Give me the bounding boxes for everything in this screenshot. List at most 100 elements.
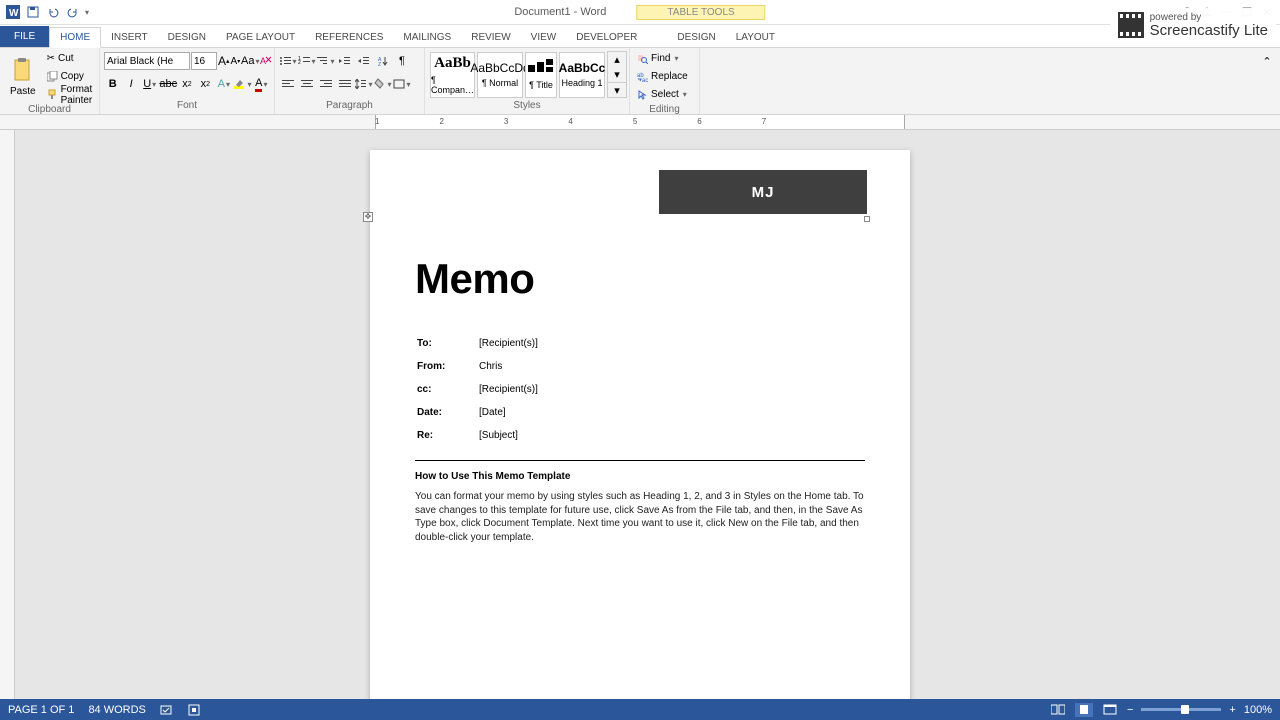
save-icon[interactable] [24, 3, 42, 21]
tab-insert[interactable]: INSERT [101, 28, 158, 47]
tab-design[interactable]: DESIGN [158, 28, 216, 47]
paste-icon [11, 56, 35, 84]
paste-button[interactable]: Paste [4, 50, 42, 103]
text-effects-icon[interactable]: A▾ [215, 75, 232, 93]
line-spacing-icon[interactable]: ▾ [355, 75, 373, 93]
undo-icon[interactable] [44, 3, 62, 21]
decrease-indent-icon[interactable] [336, 52, 354, 70]
copy-button[interactable]: Copy [44, 68, 96, 85]
tab-mailings[interactable]: MAILINGS [393, 28, 461, 47]
word-icon[interactable]: W [4, 3, 22, 21]
cut-button[interactable]: ✂Cut [44, 50, 96, 67]
superscript-button[interactable]: x2 [197, 75, 214, 93]
zoom-slider[interactable] [1141, 708, 1221, 711]
tab-file[interactable]: FILE [0, 26, 49, 47]
underline-button[interactable]: U▾ [141, 75, 158, 93]
font-name-input[interactable] [104, 52, 190, 70]
tab-references[interactable]: REFERENCES [305, 28, 393, 47]
company-logo-cell[interactable]: MJ [659, 170, 867, 214]
justify-icon[interactable] [336, 75, 354, 93]
subscript-button[interactable]: x2 [178, 75, 195, 93]
tab-table-design[interactable]: DESIGN [667, 28, 725, 47]
table-row: To:[Recipient(s)] [417, 333, 863, 354]
page-indicator[interactable]: PAGE 1 OF 1 [8, 704, 74, 716]
macro-icon[interactable] [188, 704, 200, 716]
table-row: From:Chris [417, 356, 863, 377]
status-bar: PAGE 1 OF 1 84 WORDS − + 100% [0, 699, 1280, 720]
align-right-icon[interactable] [317, 75, 335, 93]
horizontal-ruler[interactable]: 1 2 3 4 5 6 7 [0, 115, 1280, 130]
svg-text:W: W [9, 8, 19, 19]
select-button[interactable]: Select▾ [634, 86, 691, 103]
style-normal[interactable]: AaBbCcDd¶ Normal [477, 52, 523, 98]
font-group-label: Font [104, 99, 270, 112]
spellcheck-icon[interactable] [160, 704, 174, 716]
grow-font-icon[interactable]: A▴ [218, 52, 230, 70]
tab-page-layout[interactable]: PAGE LAYOUT [216, 28, 305, 47]
memo-fields-table[interactable]: To:[Recipient(s)] From:Chris cc:[Recipie… [415, 331, 865, 448]
redo-icon[interactable] [64, 3, 82, 21]
zoom-level[interactable]: 100% [1244, 704, 1272, 716]
tab-view[interactable]: VIEW [521, 28, 567, 47]
memo-heading[interactable]: How to Use This Memo Template [415, 471, 865, 482]
sort-icon[interactable]: AZ [374, 52, 392, 70]
print-layout-icon[interactable] [1075, 703, 1093, 717]
style-title[interactable]: ¶ Title [525, 52, 557, 98]
zoom-in-icon[interactable]: + [1229, 704, 1235, 716]
align-left-icon[interactable] [279, 75, 297, 93]
film-icon [1118, 12, 1144, 38]
document-title: Document1 - Word [514, 6, 606, 18]
memo-body-text[interactable]: You can format your memo by using styles… [415, 490, 865, 544]
tab-table-layout[interactable]: LAYOUT [726, 28, 785, 47]
align-center-icon[interactable] [298, 75, 316, 93]
word-count[interactable]: 84 WORDS [88, 704, 145, 716]
show-marks-icon[interactable]: ¶ [393, 52, 411, 70]
ribbon: Paste ✂Cut Copy Format Painter Clipboard… [0, 48, 1280, 115]
svg-text:ac: ac [642, 78, 648, 82]
zoom-out-icon[interactable]: − [1127, 704, 1133, 716]
svg-text:2: 2 [298, 60, 301, 66]
find-button[interactable]: Find▾ [634, 50, 691, 67]
tab-home[interactable]: HOME [49, 27, 101, 48]
style-company[interactable]: AaBb¶ Compan… [430, 52, 475, 98]
format-painter-button[interactable]: Format Painter [44, 86, 96, 103]
strikethrough-button[interactable]: abc [159, 75, 177, 93]
borders-icon[interactable]: ▾ [393, 75, 411, 93]
ribbon-tabs: FILE HOME INSERT DESIGN PAGE LAYOUT REFE… [0, 25, 1280, 48]
page[interactable]: ✥ MJ Memo To:[Recipient(s)] From:Chris c… [370, 150, 910, 699]
web-layout-icon[interactable] [1101, 703, 1119, 717]
font-size-input[interactable] [191, 52, 217, 70]
styles-scroll-up-icon[interactable]: ▴ [608, 52, 626, 67]
vertical-ruler[interactable] [0, 130, 15, 699]
bold-button[interactable]: B [104, 75, 121, 93]
document-area[interactable]: 1 2 3 4 5 6 7 ✥ MJ Memo To:[Recipient(s)… [0, 115, 1280, 699]
table-row: cc:[Recipient(s)] [417, 379, 863, 400]
highlight-icon[interactable]: ▾ [234, 75, 252, 93]
styles-scroll-down-icon[interactable]: ▾ [608, 67, 626, 82]
collapse-ribbon-icon[interactable]: ⌃ [1258, 52, 1276, 70]
context-tool-label: TABLE TOOLS [636, 5, 765, 20]
font-color-icon[interactable]: A▾ [253, 75, 270, 93]
style-heading1[interactable]: AaBbCcHeading 1 [559, 52, 605, 98]
replace-button[interactable]: abacReplace [634, 68, 691, 85]
memo-title[interactable]: Memo [415, 255, 865, 303]
table-resize-handle-icon[interactable] [864, 216, 870, 222]
brush-icon [47, 89, 58, 100]
qat-more-icon[interactable]: ▾ [85, 8, 89, 17]
tab-developer[interactable]: DEVELOPER [566, 28, 647, 47]
clear-formatting-icon[interactable]: A [260, 52, 272, 70]
multilevel-list-icon[interactable]: ▾ [317, 52, 335, 70]
change-case-icon[interactable]: Aa▾ [241, 52, 259, 70]
increase-indent-icon[interactable] [355, 52, 373, 70]
bullets-icon[interactable]: ▾ [279, 52, 297, 70]
shrink-font-icon[interactable]: A▾ [231, 52, 241, 70]
shading-icon[interactable]: ▾ [374, 75, 392, 93]
paragraph-group-label: Paragraph [279, 99, 420, 112]
table-move-handle-icon[interactable]: ✥ [363, 212, 373, 222]
table-row: Date:[Date] [417, 402, 863, 423]
numbering-icon[interactable]: 12▾ [298, 52, 316, 70]
styles-more-icon[interactable]: ▾ [608, 82, 626, 97]
italic-button[interactable]: I [122, 75, 139, 93]
tab-review[interactable]: REVIEW [461, 28, 520, 47]
read-mode-icon[interactable] [1049, 703, 1067, 717]
